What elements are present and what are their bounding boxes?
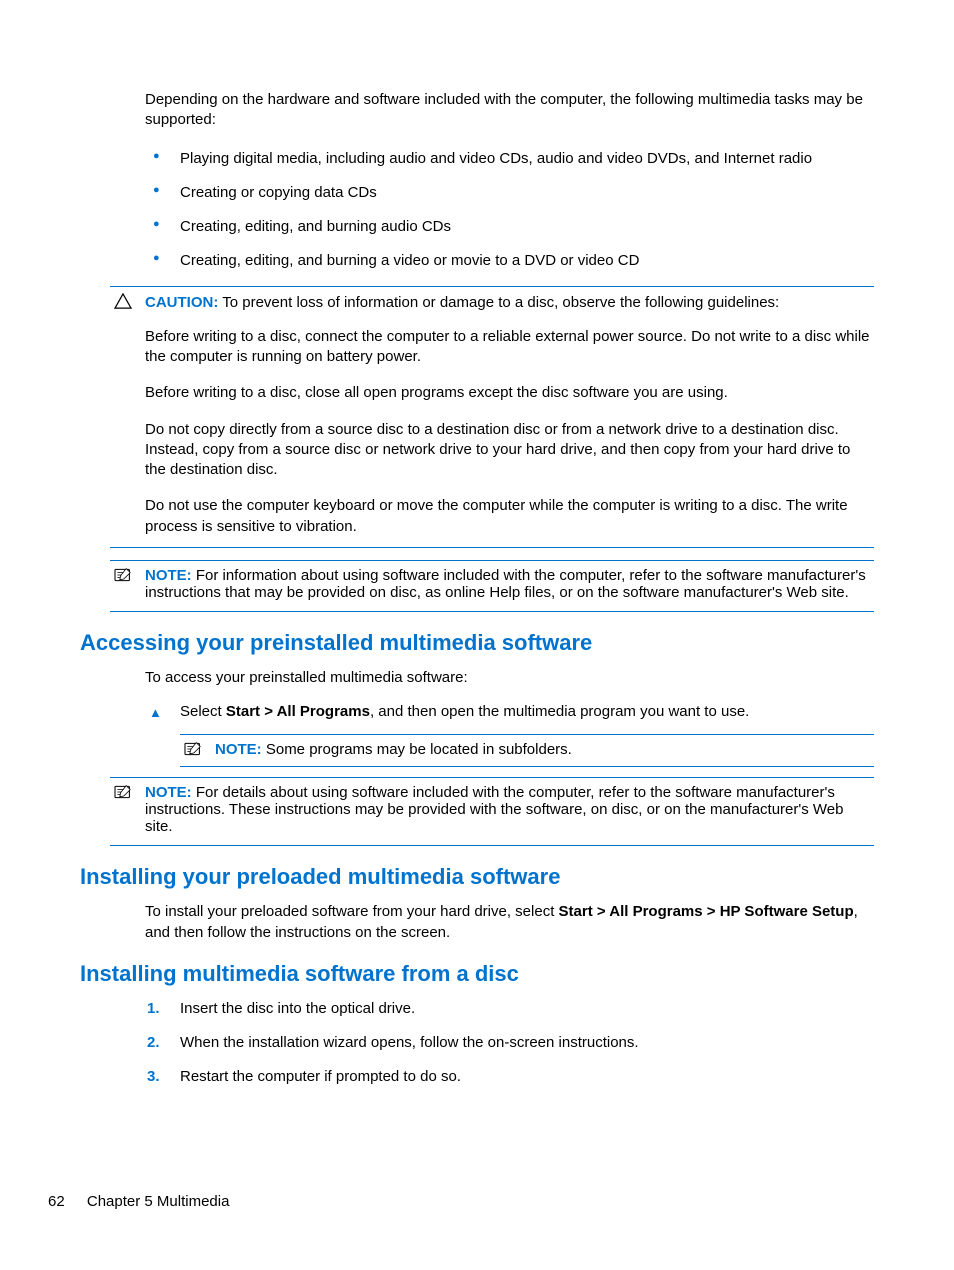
page-footer: 62 Chapter 5 Multimedia xyxy=(48,1193,229,1210)
numbered-step: 1. Insert the disc into the optical drive… xyxy=(145,999,874,1019)
list-item: Creating, editing, and burning audio CDs xyxy=(145,217,874,237)
caution-paragraph: Do not use the computer keyboard or move… xyxy=(145,496,874,537)
list-item: Creating, editing, and burning a video o… xyxy=(145,251,874,271)
nested-note-callout: NOTE: Some programs may be located in su… xyxy=(180,734,874,767)
note-label: NOTE: xyxy=(145,784,192,801)
step-item: ▲ Select Start > All Programs, and then … xyxy=(145,702,874,722)
caution-paragraph: Before writing to a disc, connect the co… xyxy=(145,327,874,368)
caution-lead-text: To prevent loss of information or damage… xyxy=(222,294,779,311)
note-label: NOTE: xyxy=(215,741,262,758)
caution-paragraph: Do not copy directly from a source disc … xyxy=(145,420,874,481)
list-item: Playing digital media, including audio a… xyxy=(145,149,874,169)
step-text: Insert the disc into the optical drive. xyxy=(180,1000,415,1017)
note-label: NOTE: xyxy=(145,567,192,584)
note-text: Some programs may be located in subfolde… xyxy=(266,741,572,758)
intro-paragraph: Depending on the hardware and software i… xyxy=(145,90,874,131)
note-text: For details about using software include… xyxy=(145,784,843,835)
section-heading-accessing: Accessing your preinstalled multimedia s… xyxy=(80,630,874,656)
note-text: For information about using software inc… xyxy=(145,567,866,601)
step-text-bold: Start > All Programs xyxy=(226,703,370,720)
caution-callout: CAUTION: To prevent loss of information … xyxy=(110,286,874,548)
chapter-label: Chapter 5 Multimedia xyxy=(87,1193,230,1210)
step-text: Restart the computer if prompted to do s… xyxy=(180,1068,461,1085)
note-icon xyxy=(110,784,136,804)
note-icon xyxy=(110,567,136,587)
note-callout: NOTE: For details about using software i… xyxy=(110,777,874,846)
multimedia-tasks-list: Playing digital media, including audio a… xyxy=(145,149,874,272)
step-number: 3. xyxy=(147,1067,160,1087)
numbered-step: 3. Restart the computer if prompted to do… xyxy=(145,1067,874,1087)
step-text-prefix: Select xyxy=(180,703,226,720)
page-number: 62 xyxy=(48,1193,65,1210)
step-number: 1. xyxy=(147,999,160,1019)
numbered-step: 2. When the installation wizard opens, fo… xyxy=(145,1033,874,1053)
p-prefix: To install your preloaded software from … xyxy=(145,903,559,920)
section-paragraph: To install your preloaded software from … xyxy=(145,902,874,943)
numbered-steps: 1. Insert the disc into the optical drive… xyxy=(145,999,874,1088)
note-icon xyxy=(180,741,206,761)
caution-paragraph: Before writing to a disc, close all open… xyxy=(145,383,874,403)
caution-icon xyxy=(110,293,136,313)
step-text: When the installation wizard opens, foll… xyxy=(180,1034,639,1051)
section-heading-installing-disc: Installing multimedia software from a di… xyxy=(80,961,874,987)
step-text-suffix: , and then open the multimedia program y… xyxy=(370,703,749,720)
page-content: Depending on the hardware and software i… xyxy=(80,90,874,1088)
step-number: 2. xyxy=(147,1033,160,1053)
p-bold: Start > All Programs > HP Software Setup xyxy=(559,903,854,920)
triangle-icon: ▲ xyxy=(149,704,162,722)
list-item: Creating or copying data CDs xyxy=(145,183,874,203)
step-list: ▲ Select Start > All Programs, and then … xyxy=(145,702,874,722)
note-callout: NOTE: For information about using softwa… xyxy=(110,560,874,612)
caution-label: CAUTION: xyxy=(145,294,218,311)
section-intro: To access your preinstalled multimedia s… xyxy=(145,668,874,688)
section-heading-installing-preloaded: Installing your preloaded multimedia sof… xyxy=(80,864,874,890)
